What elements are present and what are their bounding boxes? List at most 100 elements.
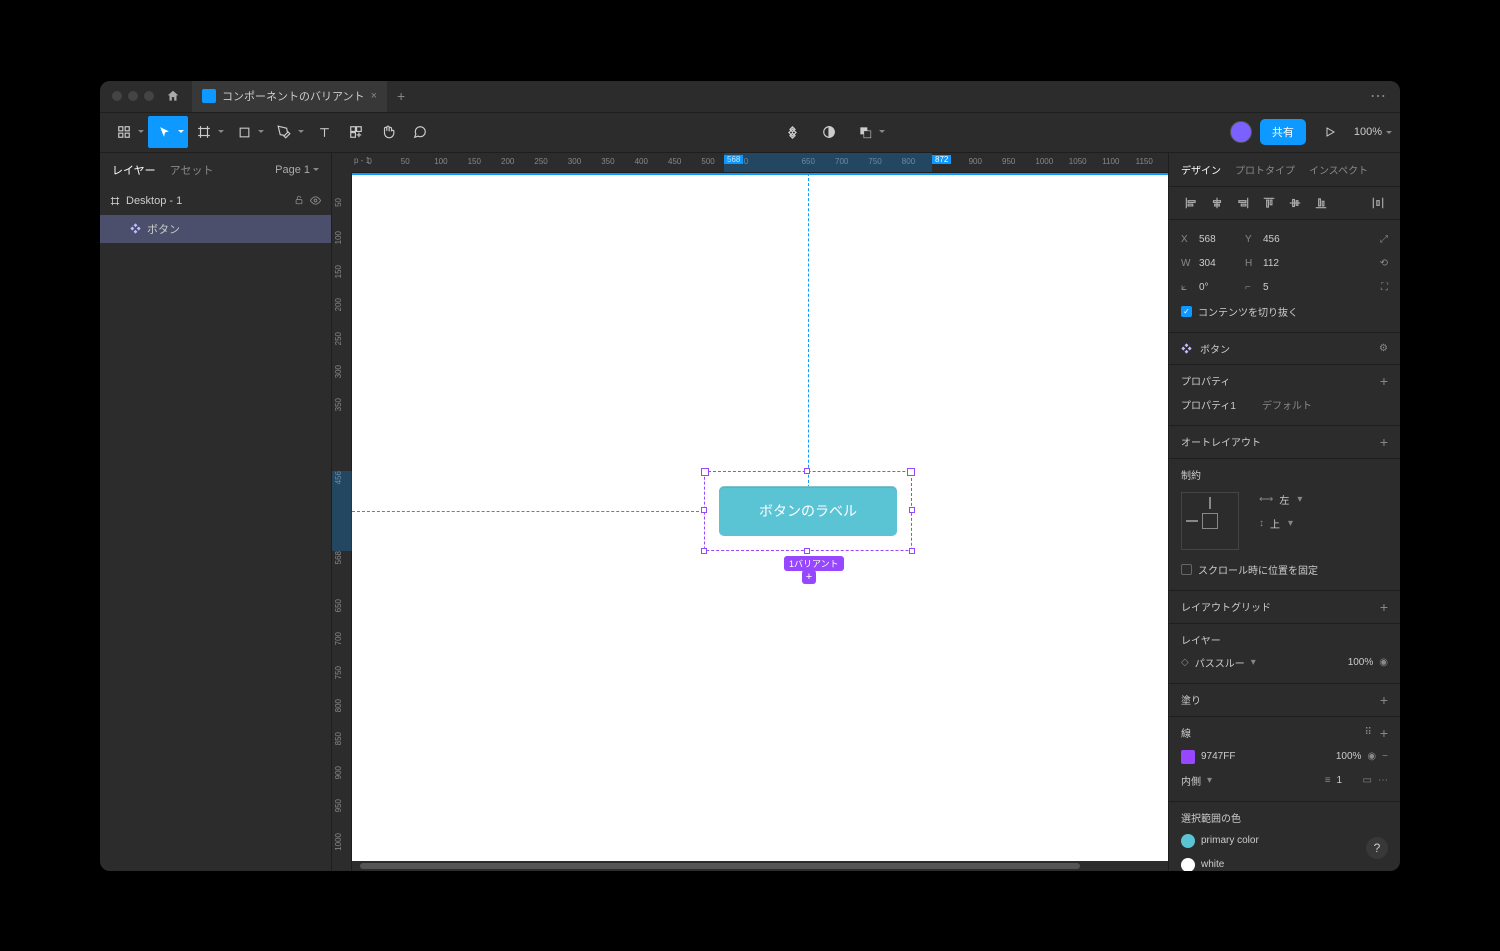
remove-stroke-button[interactable]: − xyxy=(1382,751,1388,762)
w-input[interactable] xyxy=(1199,258,1239,269)
h-input[interactable] xyxy=(1263,258,1303,269)
distribute-icon[interactable] xyxy=(1368,193,1388,213)
align-vcenter-icon[interactable] xyxy=(1285,193,1305,213)
selcolor-primary-swatch[interactable] xyxy=(1181,834,1195,848)
page-selector[interactable]: Page 1 xyxy=(275,164,319,176)
share-button[interactable]: 共有 xyxy=(1260,119,1306,145)
selection-colors-label: 選択範囲の色 xyxy=(1181,810,1241,825)
tab-inspect[interactable]: インスペクト xyxy=(1309,162,1368,177)
eye-icon[interactable] xyxy=(310,195,321,206)
hand-tool[interactable] xyxy=(372,116,404,148)
resources-tool[interactable] xyxy=(340,116,372,148)
text-tool[interactable] xyxy=(308,116,340,148)
stroke-width-input[interactable] xyxy=(1337,775,1357,786)
help-button[interactable]: ? xyxy=(1366,837,1388,859)
move-tool[interactable] xyxy=(148,116,188,148)
figma-file-icon xyxy=(202,89,216,103)
mask-icon[interactable] xyxy=(813,116,845,148)
variant-selection[interactable]: ボタンのラベル xyxy=(704,471,912,551)
layoutgrid-label: レイアウトグリッド xyxy=(1181,599,1271,614)
tab-design[interactable]: デザイン xyxy=(1181,162,1221,177)
main-menu-button[interactable] xyxy=(108,116,148,148)
stroke-side-icon[interactable]: ▭ xyxy=(1363,775,1372,786)
stroke-label: 線 xyxy=(1181,725,1191,740)
present-icon[interactable] xyxy=(1314,116,1346,148)
autolayout-section: オートレイアウト + xyxy=(1169,426,1400,459)
close-icon[interactable]: × xyxy=(371,90,377,102)
autolayout-label: オートレイアウト xyxy=(1181,434,1261,449)
layer-component[interactable]: ボタン xyxy=(100,215,331,243)
layer-frame[interactable]: Desktop - 1 xyxy=(100,187,331,215)
add-fill-button[interactable]: + xyxy=(1380,692,1388,708)
visibility-icon[interactable]: ◉ xyxy=(1379,657,1388,668)
styles-icon[interactable]: ⠿ xyxy=(1364,727,1371,738)
stroke-align[interactable]: 内側 xyxy=(1181,773,1201,788)
property-name[interactable]: プロパティ1 xyxy=(1181,397,1236,412)
pen-tool[interactable] xyxy=(268,116,308,148)
align-top-icon[interactable] xyxy=(1259,193,1279,213)
add-variant-button[interactable]: + xyxy=(802,570,816,584)
stroke-opacity[interactable]: 100% xyxy=(1336,751,1362,762)
y-input[interactable] xyxy=(1263,234,1303,245)
window-controls[interactable] xyxy=(112,91,154,101)
stroke-more-icon[interactable]: ⋯ xyxy=(1378,775,1388,786)
unlock-icon[interactable] xyxy=(294,195,304,205)
scrollbar-thumb[interactable] xyxy=(360,863,1080,869)
rotation-input[interactable] xyxy=(1199,282,1239,293)
ruler-vertical[interactable]: 0501001502002503003504565686507007508008… xyxy=(332,173,352,871)
settings-icon[interactable]: ⚙ xyxy=(1379,343,1388,354)
stroke-visibility-icon[interactable]: ◉ xyxy=(1367,751,1376,762)
constraint-h[interactable]: 左 xyxy=(1279,492,1289,507)
zoom-dropdown[interactable]: 100% xyxy=(1354,126,1392,138)
clip-label: コンテンツを切り抜く xyxy=(1198,304,1298,319)
tab-prototype[interactable]: プロトタイプ xyxy=(1235,162,1295,177)
avatar[interactable] xyxy=(1230,121,1252,143)
align-right-icon[interactable] xyxy=(1233,193,1253,213)
add-autolayout-button[interactable]: + xyxy=(1380,434,1388,450)
variant-count-badge: 1バリアント xyxy=(784,556,844,571)
boolean-icon[interactable] xyxy=(849,116,889,148)
corners-icon[interactable]: ⛶ xyxy=(1381,282,1388,293)
scrollfix-checkbox[interactable] xyxy=(1181,564,1192,575)
tab-layers[interactable]: レイヤー xyxy=(112,162,156,178)
stroke-color-swatch[interactable] xyxy=(1181,750,1195,764)
add-property-button[interactable]: + xyxy=(1380,373,1388,389)
align-left-icon[interactable] xyxy=(1181,193,1201,213)
menu-icon[interactable]: ⋯ xyxy=(1370,86,1388,106)
radius-input[interactable] xyxy=(1263,282,1303,293)
transform-section: X Y ⤢ W H ⟲ ⟀ ⌐ ⛶ ✓ コンテンツを切り抜く xyxy=(1169,220,1400,333)
align-hcenter-icon[interactable] xyxy=(1207,193,1227,213)
expand-icon[interactable]: ⤢ xyxy=(1380,234,1388,245)
canvas-area: p - 1 -500501001502002503003504004505005… xyxy=(332,153,1168,871)
scrollfix-label: スクロール時に位置を固定 xyxy=(1198,562,1318,577)
layer-opacity[interactable]: 100% xyxy=(1348,657,1374,668)
viewport[interactable]: ボタンのラベル 1バリアント + xyxy=(352,173,1168,871)
file-tab[interactable]: コンポーネントのバリアント × xyxy=(192,81,387,113)
layer-frame-label: Desktop - 1 xyxy=(126,195,182,207)
constraint-v[interactable]: 上 xyxy=(1270,516,1280,531)
button-component[interactable]: ボタンのラベル xyxy=(719,486,897,536)
ruler-horizontal[interactable]: p - 1 -500501001502002503003504004505005… xyxy=(332,153,1168,173)
add-layoutgrid-button[interactable]: + xyxy=(1380,599,1388,615)
add-stroke-button[interactable]: + xyxy=(1380,725,1388,741)
frame-tool[interactable] xyxy=(188,116,228,148)
selcolor-white-swatch[interactable] xyxy=(1181,858,1195,871)
horizontal-scrollbar[interactable] xyxy=(352,861,1168,871)
align-bottom-icon[interactable] xyxy=(1311,193,1331,213)
stroke-color-hex[interactable]: 9747FF xyxy=(1201,751,1235,762)
component-icon[interactable] xyxy=(777,116,809,148)
property-value[interactable]: デフォルト xyxy=(1262,397,1312,412)
new-tab-button[interactable]: + xyxy=(397,88,405,104)
tab-assets[interactable]: アセット xyxy=(170,162,214,178)
home-icon[interactable] xyxy=(166,89,180,103)
blendmode[interactable]: パススルー xyxy=(1195,655,1245,670)
lock-ratio-icon[interactable]: ⟲ xyxy=(1380,258,1388,269)
constraint-widget[interactable] xyxy=(1181,492,1239,550)
component-section: ボタン ⚙ xyxy=(1169,333,1400,365)
shape-tool[interactable] xyxy=(228,116,268,148)
comment-tool[interactable] xyxy=(404,116,436,148)
tab-title: コンポーネントのバリアント xyxy=(222,88,365,104)
x-input[interactable] xyxy=(1199,234,1239,245)
fill-section: 塗り+ xyxy=(1169,684,1400,717)
clip-checkbox[interactable]: ✓ xyxy=(1181,306,1192,317)
